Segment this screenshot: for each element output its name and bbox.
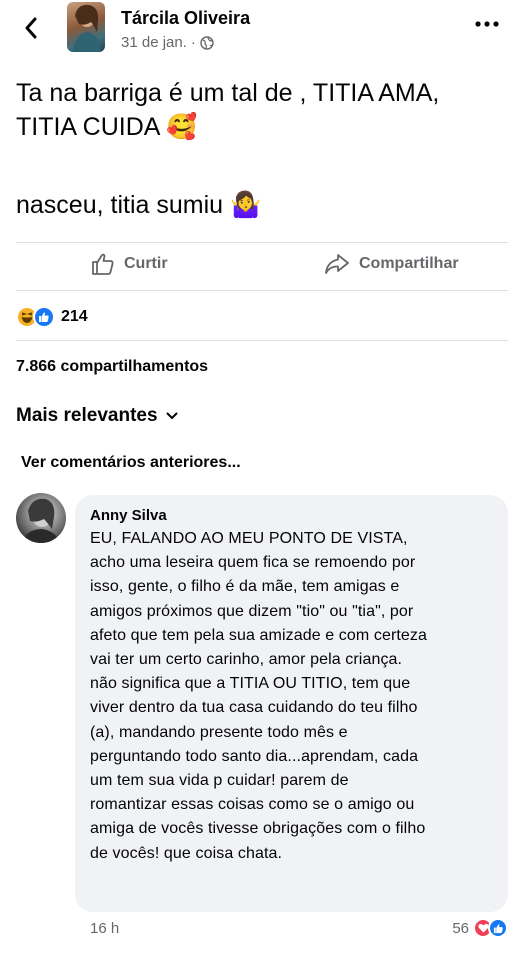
chevron-left-icon	[25, 17, 37, 39]
comment-reaction-count: 56	[452, 919, 469, 937]
post-text-line: TITIA CUIDA 🥰	[16, 113, 198, 141]
comment-reactions[interactable]: 56	[452, 918, 508, 938]
comment-line: de vocês! que coisa chata.	[90, 844, 283, 862]
divider	[16, 290, 508, 291]
comment-line: viver dentro da tua casa cuidando do teu…	[90, 699, 418, 717]
reaction-count: 214	[61, 308, 88, 325]
comment-line: isso, gente, o filho é da mãe, tem amiga…	[90, 578, 400, 596]
post-text-line	[16, 144, 516, 188]
comment-bubble: Anny Silva EU, FALANDO AO MEU PONTO DE V…	[75, 495, 508, 912]
comment-line: romantizar essas coisas como se o amigo …	[90, 796, 415, 814]
like-reaction-icon	[33, 306, 55, 328]
post-actions: Curtir Compartilhar	[0, 242, 524, 288]
share-arrow-icon	[325, 254, 349, 274]
meta-separator: ·	[190, 34, 196, 51]
comment-line: afeto que tem pela sua amizade e com cer…	[90, 626, 428, 644]
comment-line: vai ter um certo carinho, amor pela cria…	[90, 651, 403, 669]
comment-sort-dropdown[interactable]: Mais relevantes	[16, 405, 178, 427]
profile-photo-icon	[22, 498, 60, 543]
comment-timestamp[interactable]: 16 h	[90, 920, 119, 937]
comment-line: acho uma leseira quem fica se remoendo p…	[90, 554, 416, 572]
post-meta: 31 de jan. ·	[121, 34, 214, 51]
view-previous-comments-link[interactable]: Ver comentários anteriores...	[21, 454, 241, 472]
back-button[interactable]	[18, 10, 44, 46]
author-name[interactable]: Tárcila Oliveira	[121, 8, 250, 29]
post-text-line: nasceu, titia sumiu 🤷‍♀️	[16, 191, 262, 219]
sort-label: Mais relevantes	[16, 405, 158, 426]
comment-line: amigos próximos que dizem "tio" ou "tia"…	[90, 602, 414, 620]
comment-line: (a), mandando presente todo mês e	[90, 723, 348, 741]
author-avatar[interactable]	[67, 2, 105, 52]
post-header: Tárcila Oliveira 31 de jan. ·	[0, 0, 524, 60]
comment-line: perguntando todo santo dia...aprendam, c…	[90, 747, 419, 765]
commenter-name[interactable]: Anny Silva	[90, 507, 167, 524]
post-body: Ta na barriga é um tal de , TITIA AMA, T…	[16, 76, 516, 222]
comment-text: EU, FALANDO AO MEU PONTO DE VISTA, acho …	[90, 527, 508, 866]
globe-icon	[200, 35, 214, 50]
divider	[16, 340, 508, 341]
share-label: Compartilhar	[359, 255, 459, 272]
comment-line: EU, FALANDO AO MEU PONTO DE VISTA,	[90, 530, 408, 547]
post-date[interactable]: 31 de jan.	[121, 34, 187, 51]
reaction-summary[interactable]: 214	[16, 304, 88, 330]
comment-line: não significa que a TITIA OU TITIO, tem …	[90, 675, 411, 693]
like-label: Curtir	[124, 255, 168, 272]
share-button[interactable]: Compartilhar	[324, 252, 459, 276]
like-reaction-icon	[488, 918, 508, 938]
profile-photo-icon	[73, 4, 101, 52]
commenter-avatar[interactable]	[16, 493, 66, 543]
comment-line: amiga de vocês tivesse obrigações com o …	[90, 820, 426, 838]
comment-line: um tem sua vida p cuidar! parem de	[90, 772, 349, 790]
post-text-line: Ta na barriga é um tal de , TITIA AMA,	[16, 79, 440, 107]
ellipsis-icon	[475, 21, 499, 27]
chevron-down-icon	[166, 412, 178, 420]
thumbs-up-icon	[92, 253, 114, 275]
like-button[interactable]: Curtir	[91, 252, 168, 276]
more-options-button[interactable]	[472, 12, 502, 36]
share-count[interactable]: 7.866 compartilhamentos	[16, 358, 208, 376]
